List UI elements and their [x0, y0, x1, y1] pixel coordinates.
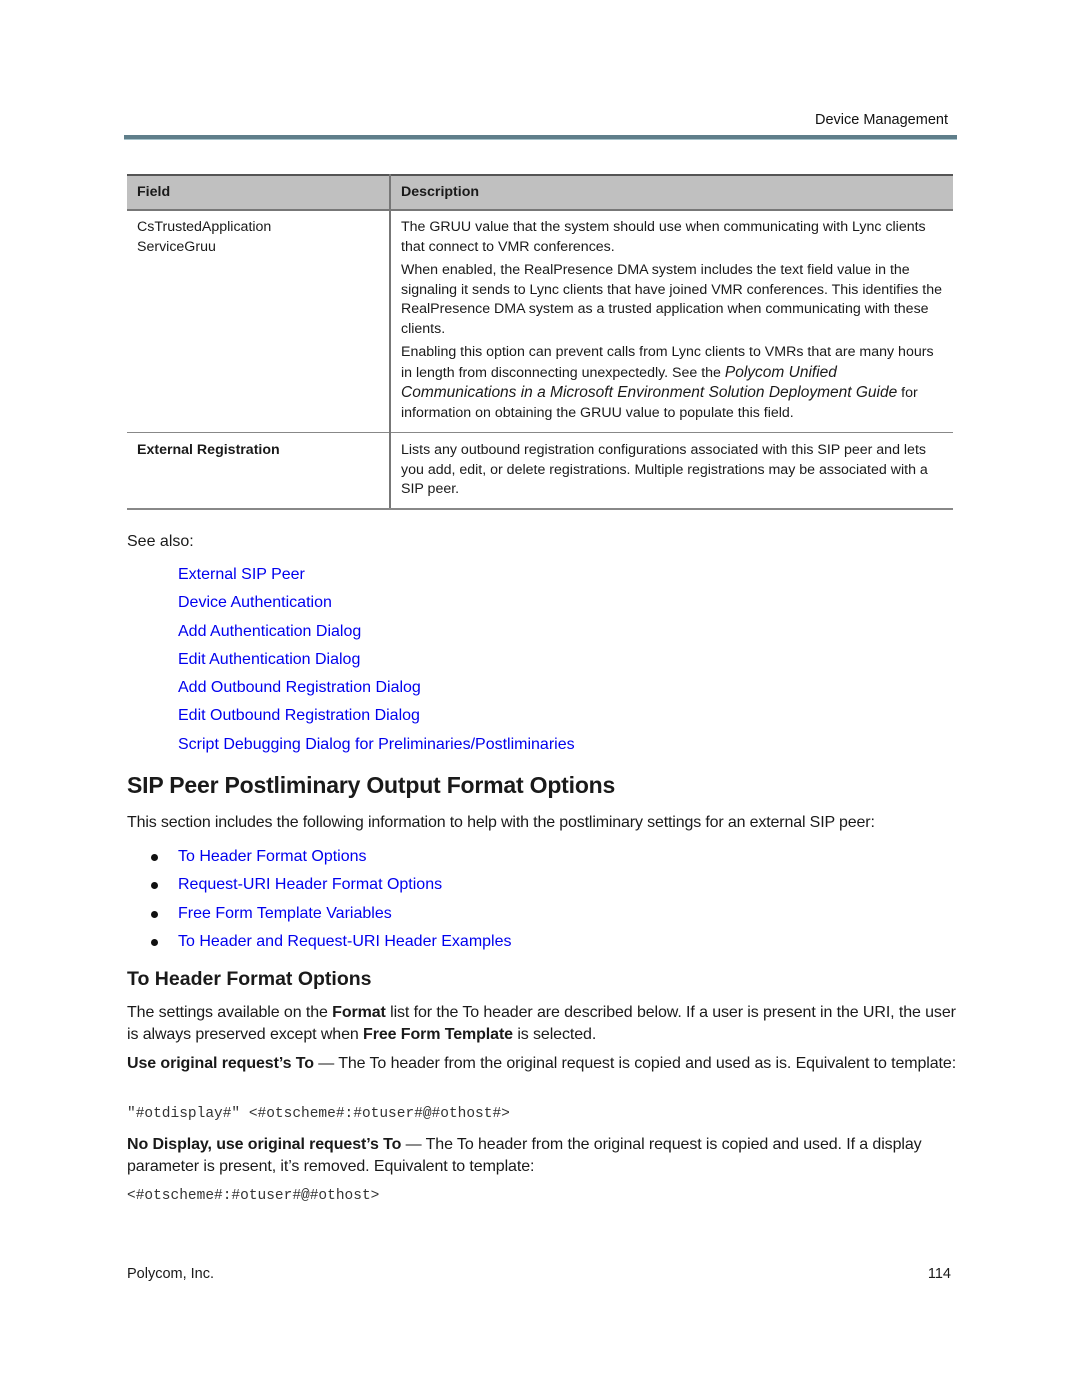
- link-add-outbound-registration-dialog[interactable]: Add Outbound Registration Dialog: [178, 679, 421, 696]
- template-code: <#otscheme#:#otuser#@#othost>: [127, 1188, 380, 1204]
- description-paragraph: The GRUU value that the system should us…: [401, 219, 926, 255]
- link-edit-outbound-registration-dialog[interactable]: Edit Outbound Registration Dialog: [178, 707, 420, 724]
- field-name-line: CsTrustedApplication: [137, 219, 272, 235]
- link-edit-authentication-dialog[interactable]: Edit Authentication Dialog: [178, 651, 360, 668]
- description-cell: The GRUU value that the system should us…: [390, 210, 953, 433]
- list-item: Request-URI Header Format Options: [151, 871, 512, 899]
- see-also-links: External SIP Peer Device Authentication …: [178, 561, 575, 759]
- column-header-field: Field: [127, 174, 391, 211]
- link-script-debugging-dialog[interactable]: Script Debugging Dialog for Preliminarie…: [178, 736, 575, 753]
- option-use-original-to: Use original request’s To — The To heade…: [127, 1053, 957, 1075]
- text: The settings available on the: [127, 1004, 333, 1021]
- description-paragraph: When enabled, the RealPresence DMA syste…: [401, 262, 943, 337]
- link-header-examples[interactable]: To Header and Request-URI Header Example…: [178, 933, 512, 950]
- section-intro: This section includes the following info…: [127, 814, 875, 831]
- option-name: Use original request’s To: [127, 1055, 314, 1072]
- bullet-icon: [151, 882, 158, 890]
- running-header-title: Device Management: [815, 112, 948, 128]
- page-number: 114: [927, 1266, 951, 1282]
- field-description-table: Field Description CsTrustedApplication S…: [127, 174, 953, 510]
- bullet-icon: [151, 938, 158, 946]
- text: is selected.: [512, 1025, 597, 1043]
- field-cell: External Registration: [127, 432, 391, 510]
- template-code: "#otdisplay#" <#otscheme#:#otuser#@#otho…: [127, 1106, 510, 1122]
- subsection-heading: To Header Format Options: [127, 968, 372, 990]
- list-item: To Header and Request-URI Header Example…: [151, 928, 512, 956]
- description-text: Enabling this option can prevent calls f…: [401, 344, 934, 381]
- free-form-template-term: Free Form Template: [363, 1025, 513, 1043]
- option-description: — The To header from the original reques…: [313, 1055, 957, 1072]
- table-header-row: Field Description: [127, 174, 953, 211]
- list-item: To Header Format Options: [151, 843, 512, 871]
- link-device-authentication[interactable]: Device Authentication: [178, 594, 332, 611]
- link-external-sip-peer[interactable]: External SIP Peer: [178, 566, 305, 583]
- field-name-line: ServiceGruu: [137, 238, 216, 255]
- option-name: No Display, use original request’s To: [127, 1136, 402, 1153]
- format-description-paragraph: The settings available on the Format lis…: [127, 1002, 957, 1045]
- bullet-icon: [151, 910, 158, 918]
- list-item: Free Form Template Variables: [151, 900, 512, 928]
- column-header-description: Description: [390, 174, 953, 211]
- section-bullet-list: To Header Format Options Request-URI Hea…: [151, 843, 512, 956]
- footer-company: Polycom, Inc.: [127, 1266, 215, 1282]
- link-add-authentication-dialog[interactable]: Add Authentication Dialog: [178, 623, 361, 640]
- section-heading: SIP Peer Postliminary Output Format Opti…: [127, 772, 616, 798]
- format-term: Format: [332, 1004, 386, 1021]
- field-name: External Registration: [137, 442, 280, 458]
- header-rule: [124, 135, 957, 140]
- table-row: CsTrustedApplication ServiceGruu The GRU…: [127, 210, 953, 433]
- option-no-display: No Display, use original request’s To — …: [127, 1134, 957, 1177]
- description-cell: Lists any outbound registration configur…: [390, 432, 953, 510]
- table-row: External Registration Lists any outbound…: [127, 432, 953, 510]
- link-free-form-template-variables[interactable]: Free Form Template Variables: [178, 905, 392, 922]
- link-request-uri-header-format-options[interactable]: Request-URI Header Format Options: [178, 876, 442, 893]
- bullet-icon: [151, 854, 158, 861]
- field-cell: CsTrustedApplication ServiceGruu: [127, 210, 391, 433]
- link-to-header-format-options[interactable]: To Header Format Options: [178, 848, 367, 865]
- description-paragraph: Enabling this option can prevent calls f…: [401, 343, 943, 423]
- see-also-label: See also:: [127, 533, 194, 550]
